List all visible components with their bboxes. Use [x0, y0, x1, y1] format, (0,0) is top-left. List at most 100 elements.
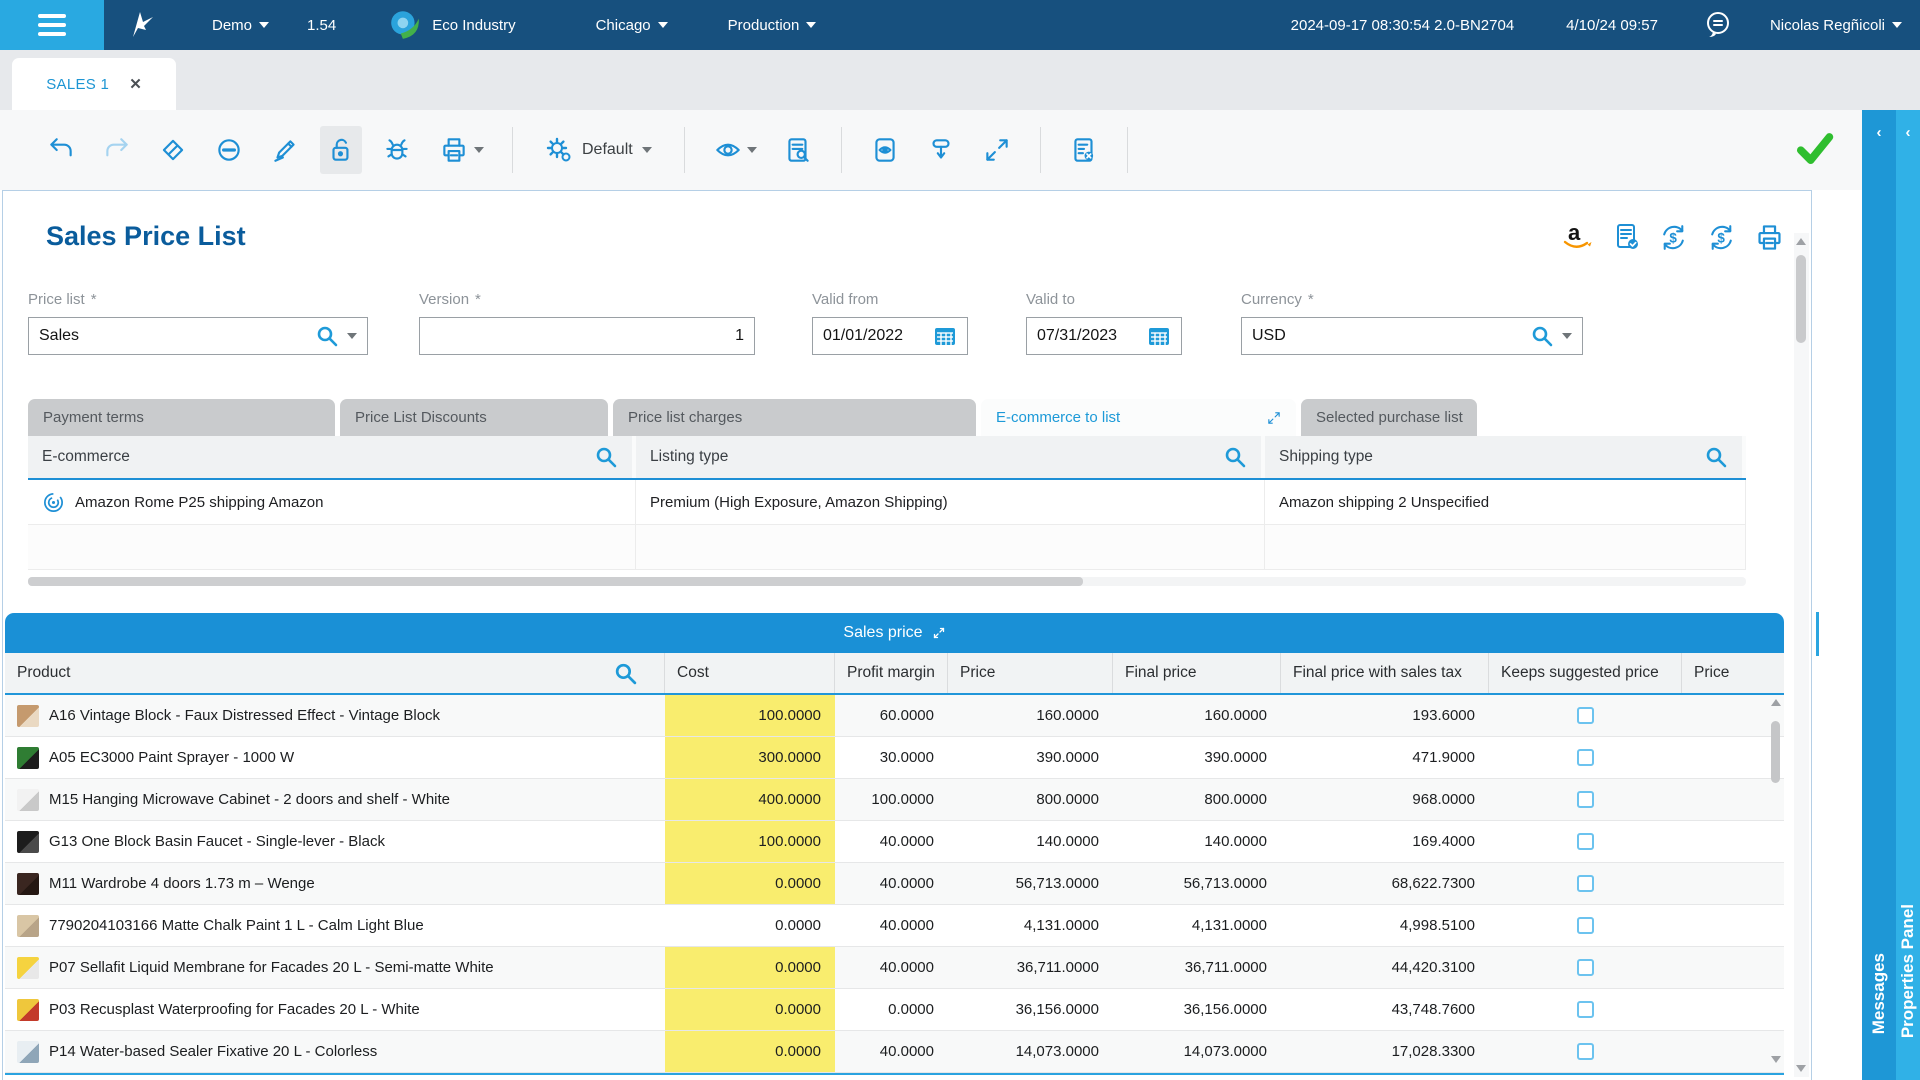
- scrollbar-thumb[interactable]: [1796, 255, 1806, 343]
- price-cell[interactable]: 36,711.0000: [948, 947, 1113, 988]
- expand-icon[interactable]: [932, 626, 946, 640]
- final-price-tax-cell[interactable]: 169.4000: [1281, 821, 1489, 862]
- chat-icon[interactable]: [1702, 9, 1734, 41]
- currency-input[interactable]: USD: [1241, 317, 1583, 355]
- price-cell[interactable]: 140.0000: [948, 821, 1113, 862]
- profit-margin-cell[interactable]: 0.0000: [835, 989, 948, 1030]
- final-price-cell[interactable]: 56,713.0000: [1113, 863, 1281, 904]
- profit-margin-cell[interactable]: 40.0000: [835, 905, 948, 946]
- search-icon[interactable]: [1704, 445, 1728, 469]
- version-input[interactable]: 1: [419, 317, 755, 355]
- column-header-product[interactable]: Product: [5, 653, 665, 693]
- hamburger-menu-button[interactable]: [0, 0, 104, 50]
- search-icon[interactable]: [613, 661, 638, 686]
- column-header-profit-margin[interactable]: Profit margin: [835, 653, 948, 693]
- tab-sales-1[interactable]: SALES 1 ✕: [12, 58, 176, 110]
- document-check-icon[interactable]: [1611, 222, 1641, 252]
- visibility-dropdown-button[interactable]: [707, 126, 763, 174]
- user-menu[interactable]: Nicolas Regñicoli: [1770, 17, 1902, 34]
- keeps-suggested-checkbox[interactable]: [1577, 959, 1594, 976]
- cost-cell[interactable]: 400.0000: [665, 779, 835, 820]
- mode-dropdown[interactable]: Production: [728, 17, 817, 34]
- final-price-cell[interactable]: 390.0000: [1113, 737, 1281, 778]
- final-price-tax-cell[interactable]: 968.0000: [1281, 779, 1489, 820]
- final-price-cell[interactable]: 160.0000: [1113, 695, 1281, 736]
- column-header-final-price[interactable]: Final price: [1113, 653, 1281, 693]
- final-price-cell[interactable]: 4,131.0000: [1113, 905, 1281, 946]
- final-price-tax-cell[interactable]: 68,622.7300: [1281, 863, 1489, 904]
- final-price-cell[interactable]: 14,073.0000: [1113, 1031, 1281, 1072]
- table-row[interactable]: M15 Hanging Microwave Cabinet - 2 doors …: [5, 779, 1784, 821]
- cost-cell[interactable]: 0.0000: [665, 947, 835, 988]
- eraser-icon[interactable]: [152, 126, 194, 174]
- table-row[interactable]: M11 Wardrobe 4 doors 1.73 m – Wenge 0.00…: [5, 863, 1784, 905]
- currency-update-icon[interactable]: $: [1706, 222, 1737, 253]
- unlock-button[interactable]: [320, 126, 362, 174]
- keeps-suggested-checkbox[interactable]: [1577, 833, 1594, 850]
- table-row[interactable]: P03 Recusplast Waterproofing for Facades…: [5, 989, 1784, 1031]
- notes-remove-button[interactable]: [1063, 126, 1105, 174]
- column-header-final-price-tax[interactable]: Final price with sales tax: [1281, 653, 1489, 693]
- column-header-cost[interactable]: Cost: [665, 653, 835, 693]
- column-header-price[interactable]: Price: [948, 653, 1113, 693]
- scrollbar-thumb[interactable]: [1771, 721, 1780, 783]
- print-button[interactable]: [432, 126, 490, 174]
- price-cell[interactable]: 4,131.0000: [948, 905, 1113, 946]
- profit-margin-cell[interactable]: 30.0000: [835, 737, 948, 778]
- expand-icon[interactable]: [1266, 410, 1282, 426]
- final-price-cell[interactable]: 36,711.0000: [1113, 947, 1281, 988]
- table-row[interactable]: 7790204103166 Matte Chalk Paint 1 L - Ca…: [5, 905, 1784, 947]
- column-header-price-2[interactable]: Price: [1682, 653, 1784, 693]
- chevron-down-icon[interactable]: [1562, 333, 1572, 339]
- scroll-down-arrow[interactable]: [1771, 1056, 1781, 1063]
- edit-pencil-button[interactable]: [264, 126, 306, 174]
- search-icon[interactable]: [1223, 445, 1247, 469]
- expand-window-button[interactable]: [976, 126, 1018, 174]
- cost-cell[interactable]: 100.0000: [665, 821, 835, 862]
- subtab[interactable]: Price List Discounts: [340, 399, 608, 436]
- amazon-icon[interactable]: a: [1560, 221, 1594, 253]
- price-cell[interactable]: 14,073.0000: [948, 1031, 1113, 1072]
- scroll-up-arrow[interactable]: [1796, 238, 1806, 245]
- valid-to-input[interactable]: 07/31/2023: [1026, 317, 1182, 355]
- price-cell[interactable]: 160.0000: [948, 695, 1113, 736]
- keeps-suggested-checkbox[interactable]: [1577, 707, 1594, 724]
- search-icon[interactable]: [315, 324, 339, 348]
- profit-margin-cell[interactable]: 40.0000: [835, 863, 948, 904]
- keeps-suggested-checkbox[interactable]: [1577, 1043, 1594, 1060]
- column-header-listing-type[interactable]: Listing type: [636, 436, 1265, 478]
- hierarchy-button[interactable]: [920, 126, 962, 174]
- table-row[interactable]: P07 Sellafit Liquid Membrane for Facades…: [5, 947, 1784, 989]
- keeps-suggested-checkbox[interactable]: [1577, 749, 1594, 766]
- calendar-icon[interactable]: [933, 324, 957, 348]
- price-list-input[interactable]: Sales: [28, 317, 368, 355]
- profit-margin-cell[interactable]: 40.0000: [835, 821, 948, 862]
- final-price-tax-cell[interactable]: 17,028.3300: [1281, 1031, 1489, 1072]
- cost-cell[interactable]: 0.0000: [665, 989, 835, 1030]
- print-list-icon[interactable]: [1754, 222, 1785, 253]
- messages-panel-strip[interactable]: ‹ Messages: [1862, 110, 1896, 1080]
- price-cell[interactable]: 56,713.0000: [948, 863, 1113, 904]
- cost-cell[interactable]: 100.0000: [665, 695, 835, 736]
- search-icon[interactable]: [1530, 324, 1554, 348]
- final-price-cell[interactable]: 140.0000: [1113, 821, 1281, 862]
- profit-margin-cell[interactable]: 60.0000: [835, 695, 948, 736]
- redo-button[interactable]: [96, 126, 138, 174]
- profit-margin-cell[interactable]: 40.0000: [835, 947, 948, 988]
- card-preview-button[interactable]: [864, 126, 906, 174]
- properties-panel-strip[interactable]: ‹ Properties Panel: [1896, 110, 1920, 1080]
- keeps-suggested-checkbox[interactable]: [1577, 875, 1594, 892]
- collapse-left-icon[interactable]: ‹: [1862, 124, 1896, 141]
- collapse-left-icon[interactable]: ‹: [1896, 124, 1920, 141]
- table-vertical-scrollbar[interactable]: [1769, 699, 1783, 1063]
- calendar-icon[interactable]: [1147, 324, 1171, 348]
- branch-dropdown[interactable]: Chicago: [596, 17, 668, 34]
- environment-dropdown[interactable]: Demo: [212, 17, 270, 34]
- final-price-tax-cell[interactable]: 43,748.7600: [1281, 989, 1489, 1030]
- cost-cell[interactable]: 0.0000: [665, 905, 835, 946]
- keeps-suggested-checkbox[interactable]: [1577, 1001, 1594, 1018]
- price-cell[interactable]: 36,156.0000: [948, 989, 1113, 1030]
- keeps-suggested-checkbox[interactable]: [1577, 917, 1594, 934]
- profit-margin-cell[interactable]: 40.0000: [835, 1031, 948, 1072]
- scrollbar-thumb[interactable]: [28, 577, 1083, 586]
